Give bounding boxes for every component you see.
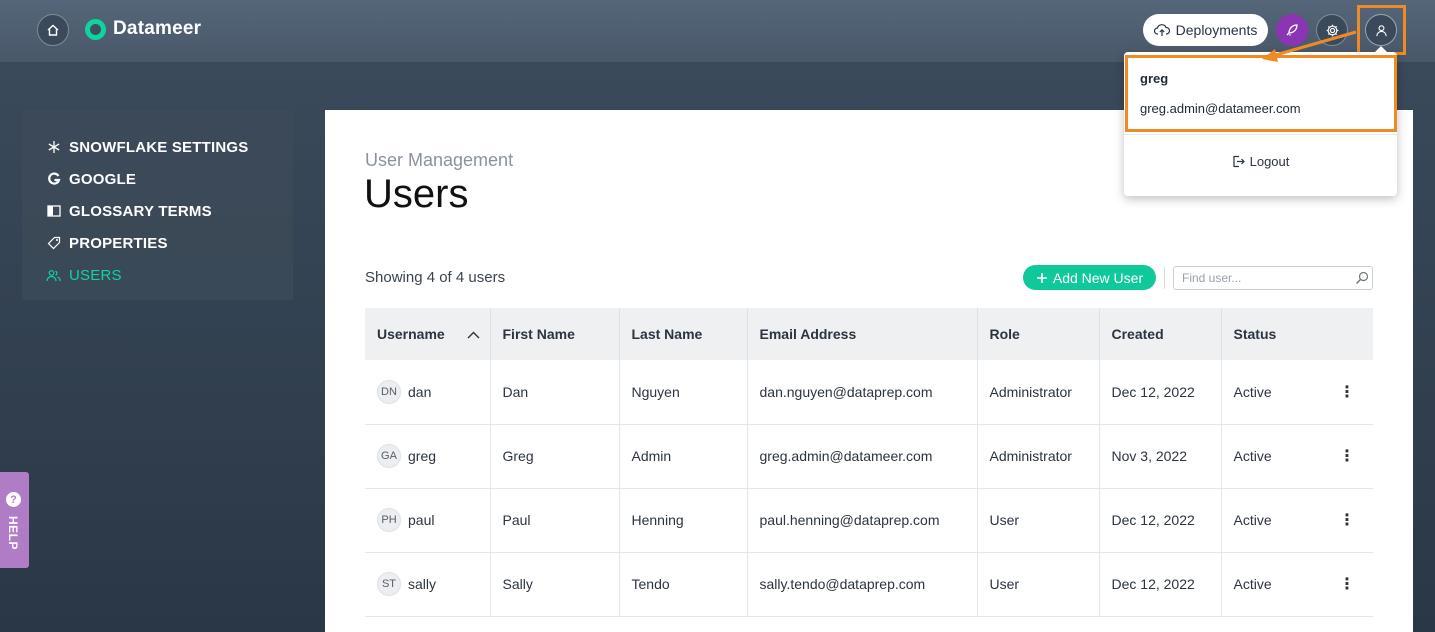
sidebar-item-label: SNOWFLAKE SETTINGS xyxy=(69,138,249,156)
help-tab[interactable]: ? HELP xyxy=(0,472,29,568)
brand[interactable]: Datameer xyxy=(85,18,201,40)
email-cell: sally.tendo@dataprep.com xyxy=(746,552,977,616)
status-cell: Active xyxy=(1220,552,1321,616)
brand-name: Datameer xyxy=(113,18,202,39)
email-cell: dan.nguyen@dataprep.com xyxy=(746,360,977,424)
sidebar-item-google[interactable]: GOOGLE xyxy=(22,163,293,195)
last-name-cell: Tendo xyxy=(618,552,747,616)
deployments-label: Deployments xyxy=(1175,22,1258,38)
settings-sidebar: SNOWFLAKE SETTINGS GOOGLE GLOSSARY TERMS… xyxy=(22,110,293,300)
tag-icon xyxy=(46,236,61,251)
created-cell: Dec 12, 2022 xyxy=(1098,552,1221,616)
status-cell: Active xyxy=(1220,360,1321,424)
more-options-icon[interactable]: ⋮ xyxy=(1339,512,1355,529)
sidebar-item-users[interactable]: USERS xyxy=(22,259,293,291)
username-cell: dan xyxy=(408,383,432,400)
username-cell: greg xyxy=(408,448,437,464)
avatar: PH xyxy=(377,508,401,532)
last-name-cell: Nguyen xyxy=(618,360,747,424)
column-created[interactable]: Created xyxy=(1098,308,1221,360)
logout-icon xyxy=(1233,155,1245,168)
google-icon xyxy=(46,172,61,187)
table-row[interactable]: GA greg Greg Admin greg.admin@datameer.co… xyxy=(365,424,1373,488)
dropdown-divider xyxy=(1124,134,1397,135)
column-first-name[interactable]: First Name xyxy=(489,308,619,360)
plus-icon xyxy=(1036,272,1047,283)
search-icon xyxy=(1352,271,1372,285)
email-cell: greg.admin@datameer.com xyxy=(746,424,977,488)
table-row[interactable]: DN dan Dan Nguyen dan.nguyen@dataprep.com… xyxy=(365,360,1373,424)
users-icon xyxy=(46,268,61,283)
avatar: DN xyxy=(377,379,401,404)
breadcrumb[interactable]: User Management xyxy=(365,150,513,171)
role-cell: Administrator xyxy=(976,424,1099,488)
first-name-cell: Dan xyxy=(489,360,619,424)
status-cell: Active xyxy=(1220,424,1321,488)
logout-label: Logout xyxy=(1249,154,1290,169)
more-options-icon[interactable]: ⋮ xyxy=(1339,576,1355,593)
find-user-placeholder: Find user... xyxy=(1182,271,1242,285)
more-options-icon[interactable]: ⋮ xyxy=(1339,448,1355,465)
first-name-cell: Paul xyxy=(489,488,619,552)
home-button[interactable] xyxy=(37,14,69,46)
page-title: Users xyxy=(364,172,469,216)
role-cell: Administrator xyxy=(976,360,1099,424)
logout-button[interactable]: Logout xyxy=(1124,154,1397,169)
sidebar-item-snowflake-settings[interactable]: SNOWFLAKE SETTINGS xyxy=(22,131,293,163)
first-name-cell: Sally xyxy=(489,552,619,616)
user-count: Showing 4 of 4 users xyxy=(365,269,506,286)
avatar: GA xyxy=(377,444,401,468)
table-row[interactable]: ST sally Sally Tendo sally.tendo@dataprep… xyxy=(365,552,1373,616)
created-cell: Nov 3, 2022 xyxy=(1098,424,1221,488)
role-cell: User xyxy=(976,552,1099,616)
sidebar-item-properties[interactable]: PROPERTIES xyxy=(22,227,293,259)
more-options-icon[interactable]: ⋮ xyxy=(1339,384,1355,401)
annotation-arrow xyxy=(1262,30,1357,62)
book-icon xyxy=(46,204,61,219)
last-name-cell: Admin xyxy=(618,424,747,488)
sidebar-item-label: PROPERTIES xyxy=(69,234,168,252)
sidebar-item-glossary-terms[interactable]: GLOSSARY TERMS xyxy=(22,195,293,227)
role-cell: User xyxy=(976,488,1099,552)
created-cell: Dec 12, 2022 xyxy=(1098,360,1221,424)
table-header-row: Username First Name Last Name Email Addr… xyxy=(365,308,1373,360)
sidebar-item-label: GLOSSARY TERMS xyxy=(69,202,212,220)
status-cell: Active xyxy=(1220,488,1321,552)
column-status[interactable]: Status xyxy=(1220,308,1321,360)
column-username[interactable]: Username xyxy=(365,308,490,360)
cloud-upload-icon xyxy=(1153,24,1170,36)
help-label: HELP xyxy=(6,516,20,551)
add-new-user-button[interactable]: Add New User xyxy=(1023,265,1156,290)
last-name-cell: Henning xyxy=(618,488,747,552)
first-name-cell: Greg xyxy=(489,424,619,488)
column-last-name[interactable]: Last Name xyxy=(618,308,747,360)
column-email-address[interactable]: Email Address xyxy=(746,308,977,360)
sidebar-item-label: GOOGLE xyxy=(69,170,137,188)
username-cell: paul xyxy=(408,512,435,528)
created-cell: Dec 12, 2022 xyxy=(1098,488,1221,552)
sidebar-item-label: USERS xyxy=(69,266,122,284)
column-role[interactable]: Role xyxy=(976,308,1099,360)
find-user-input[interactable]: Find user... xyxy=(1173,266,1373,290)
datameer-logo xyxy=(85,18,106,40)
avatar: ST xyxy=(377,572,401,596)
column-actions xyxy=(1321,308,1373,360)
email-cell: paul.henning@dataprep.com xyxy=(746,488,977,552)
home-icon xyxy=(47,24,59,36)
snowflake-icon xyxy=(46,140,61,155)
toolbar-divider xyxy=(1164,267,1165,289)
username-cell: sally xyxy=(408,576,437,592)
help-icon: ? xyxy=(6,492,21,507)
table-row[interactable]: PH paul Paul Henning paul.henning@datapre… xyxy=(365,488,1373,552)
sort-ascending-icon[interactable] xyxy=(467,331,480,339)
users-table: Username First Name Last Name Email Addr… xyxy=(365,308,1373,617)
add-new-user-label: Add New User xyxy=(1052,269,1144,286)
